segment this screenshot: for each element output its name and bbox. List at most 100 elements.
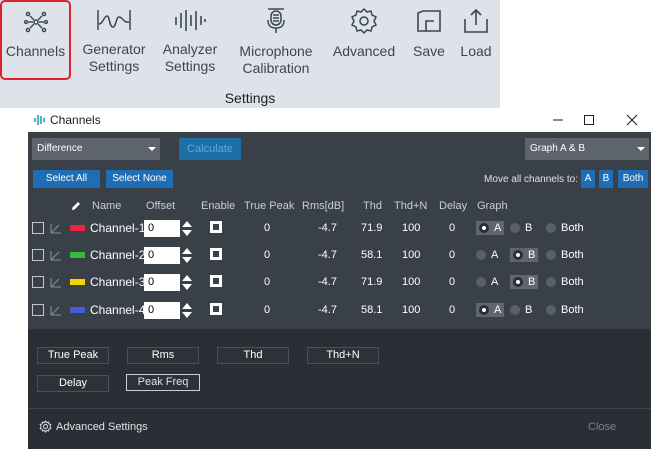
move-all-a-button[interactable]: A: [581, 170, 595, 188]
column-header-true-peak: True Peak: [244, 200, 295, 212]
graph-radio-a[interactable]: A: [476, 248, 498, 262]
graph-radio-label: B: [525, 304, 533, 316]
column-header-rms: Rms[dB]: [302, 200, 345, 212]
mode-select[interactable]: Difference: [32, 138, 160, 160]
metric-thdn-button[interactable]: Thd+N: [307, 347, 379, 364]
minimize-button[interactable]: [544, 108, 572, 132]
graph-radio-label: Both: [561, 276, 584, 288]
save-ribbon-label: Save: [413, 43, 445, 59]
column-header-offset: Offset: [146, 200, 176, 212]
ribbon-group-label: Settings: [224, 90, 276, 106]
graph-radio-label: A: [491, 249, 499, 261]
offset-input[interactable]: 0: [144, 220, 180, 237]
advanced-settings-label: Advanced Settings: [56, 420, 148, 433]
channel-name: Channel-2: [90, 248, 146, 262]
graph-radio-a[interactable]: A: [476, 221, 505, 235]
radio-dot-icon: [513, 277, 523, 287]
save-ribbon-button[interactable]: Save: [408, 0, 450, 80]
graph-radio-both[interactable]: Both: [546, 221, 584, 235]
channels-ribbon-button[interactable]: Channels: [0, 0, 71, 80]
thd-value: 58.1: [361, 249, 383, 261]
enable-checkbox[interactable]: [210, 303, 222, 315]
graph-radio-b[interactable]: B: [510, 275, 539, 289]
row-select-checkbox[interactable]: [32, 249, 44, 261]
select-none-button[interactable]: Select None: [106, 170, 173, 188]
graph-radio-b[interactable]: B: [510, 248, 539, 262]
thd-value: 71.9: [361, 276, 383, 288]
row-select-checkbox[interactable]: [32, 304, 44, 316]
offset-input[interactable]: 0: [144, 274, 180, 291]
chevron-up-icon: [182, 248, 192, 254]
graph-radio-a[interactable]: A: [476, 275, 498, 289]
graph-radio-b[interactable]: B: [510, 303, 532, 317]
offset-stepper[interactable]: [182, 302, 192, 319]
calculate-button[interactable]: Calculate: [179, 138, 241, 160]
maximize-button[interactable]: [575, 108, 603, 132]
advanced-ribbon-button[interactable]: Advanced: [328, 0, 400, 80]
row-select-checkbox[interactable]: [32, 222, 44, 234]
offset-stepper[interactable]: [182, 274, 192, 291]
chevron-down-icon: [182, 312, 192, 318]
metric-thd-button[interactable]: Thd: [217, 347, 289, 364]
graph-radio-b[interactable]: B: [510, 221, 532, 235]
graph-radio-both[interactable]: Both: [546, 275, 584, 289]
graph-radio-a[interactable]: A: [476, 303, 505, 317]
edit-line-icon[interactable]: [50, 276, 62, 288]
edit-line-icon[interactable]: [50, 249, 62, 261]
chevron-up-icon: [182, 221, 192, 227]
true-peak-value: 0: [264, 304, 271, 316]
radio-dot-icon: [510, 305, 520, 315]
metric-rms-button[interactable]: Rms: [127, 347, 199, 364]
chevron-up-icon: [182, 275, 192, 281]
analyzer-bars-icon: [175, 10, 206, 31]
screenshot-root: Channels Generator Settings Analyzer Set…: [0, 0, 657, 452]
delay-value: 0: [449, 249, 456, 261]
metrics-panel: True Peak Rms Thd Thd+N Delay Peak Freq: [28, 329, 651, 408]
move-all-both-button[interactable]: Both: [618, 170, 648, 188]
gear-icon: [39, 420, 52, 433]
offset-input[interactable]: 0: [144, 302, 180, 319]
graph-select[interactable]: Graph A & B: [525, 138, 649, 160]
chevron-down-icon: [148, 147, 156, 151]
rms-value: -4.7: [318, 222, 337, 234]
enable-checkbox[interactable]: [210, 221, 222, 233]
dialog-footer: Advanced Settings Close: [28, 408, 651, 449]
generator-settings-ribbon-button[interactable]: Generator Settings: [77, 0, 151, 80]
thdn-value: 100: [402, 304, 421, 316]
column-header-delay: Delay: [439, 200, 468, 212]
graph-radio-both[interactable]: Both: [546, 248, 584, 262]
generator-settings-ribbon-label: Generator Settings: [82, 41, 146, 74]
row-select-checkbox[interactable]: [32, 276, 44, 288]
offset-stepper[interactable]: [182, 247, 192, 264]
window-close-button[interactable]: [618, 108, 646, 132]
select-all-button[interactable]: Select All: [33, 170, 100, 188]
offset-input[interactable]: 0: [144, 247, 180, 264]
offset-stepper[interactable]: [182, 220, 192, 237]
graph-radio-both[interactable]: Both: [546, 303, 584, 317]
radio-dot-icon: [546, 250, 556, 260]
graph-radio-label: A: [494, 304, 502, 316]
microphone-calibration-ribbon-button[interactable]: Microphone Calibration: [231, 0, 321, 80]
enable-checkbox[interactable]: [210, 248, 222, 260]
edit-line-icon[interactable]: [50, 222, 62, 234]
chevron-down-icon: [182, 284, 192, 290]
dialog-titlebar[interactable]: Channels: [28, 108, 651, 132]
true-peak-value: 0: [264, 249, 271, 261]
metric-true-peak-button[interactable]: True Peak: [37, 347, 109, 364]
metric-delay-button[interactable]: Delay: [37, 375, 109, 392]
graph-radio-label: B: [528, 276, 536, 288]
analyzer-settings-ribbon-button[interactable]: Analyzer Settings: [157, 0, 223, 80]
advanced-settings-link[interactable]: Advanced Settings: [39, 420, 148, 433]
graph-radio-label: B: [528, 249, 536, 261]
close-button[interactable]: Close: [588, 421, 616, 433]
channel-color-swatch: [70, 279, 85, 285]
move-all-label: Move all channels to:: [484, 174, 578, 185]
load-ribbon-button[interactable]: Load: [455, 0, 497, 80]
enable-checkbox[interactable]: [210, 275, 222, 287]
edit-line-icon[interactable]: [50, 304, 62, 316]
column-header-enable: Enable: [201, 200, 236, 212]
graph-radio-label: A: [494, 222, 502, 234]
true-peak-value: 0: [264, 222, 271, 234]
move-all-b-button[interactable]: B: [599, 170, 613, 188]
metric-peak-freq-button[interactable]: Peak Freq: [126, 374, 200, 391]
